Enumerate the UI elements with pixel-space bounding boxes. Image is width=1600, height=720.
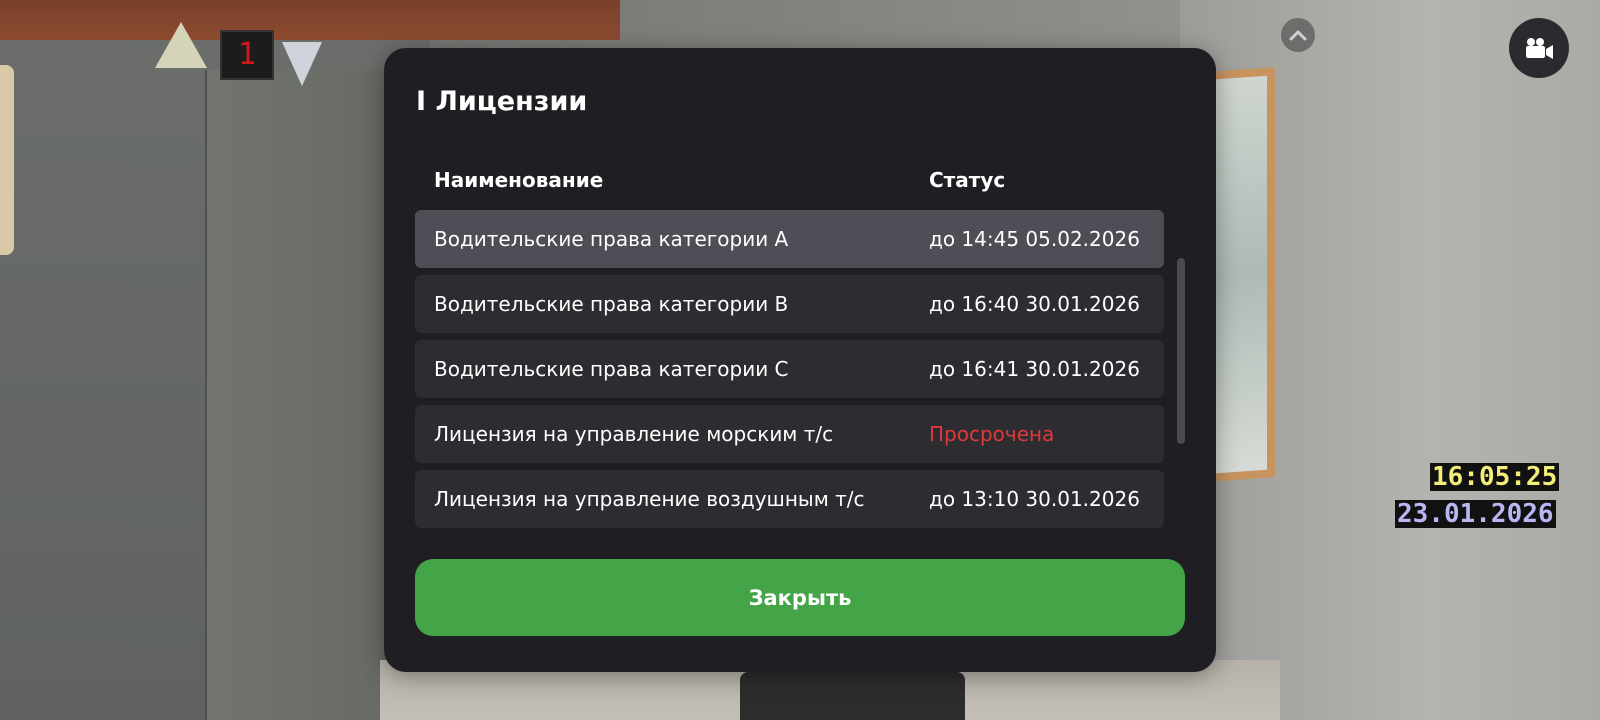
list-scrollbar-thumb[interactable]	[1177, 258, 1185, 444]
suitcase	[740, 672, 965, 720]
licenses-dialog: I Лицензии Наименование Статус Водительс…	[384, 48, 1216, 672]
license-name: Водительские права категории A	[434, 227, 789, 251]
left-side-tab[interactable]	[0, 65, 14, 255]
column-header-name: Наименование	[434, 168, 604, 192]
hud-date: 23.01.2026	[1395, 499, 1556, 529]
license-status: до 13:10 30.01.2026	[929, 487, 1140, 511]
license-name: Водительские права категории B	[434, 292, 789, 316]
license-status: до 16:41 30.01.2026	[929, 357, 1140, 381]
camera-button[interactable]	[1509, 18, 1569, 78]
elevator-floor-display: 1	[220, 30, 274, 80]
license-name: Лицензия на управление воздушным т/с	[434, 487, 865, 511]
license-row[interactable]: Лицензия на управление морским т/с Проср…	[415, 405, 1164, 463]
elevator-ceiling-trim	[0, 0, 620, 40]
close-button[interactable]: Закрыть	[415, 559, 1185, 636]
elevator-down-arrow-icon	[282, 42, 322, 86]
licenses-list[interactable]: Водительские права категории A до 14:45 …	[415, 210, 1164, 572]
license-row[interactable]: Водительские права категории B до 16:40 …	[415, 275, 1164, 333]
video-camera-icon	[1526, 38, 1553, 59]
license-status: до 14:45 05.02.2026	[929, 227, 1140, 251]
column-header-status: Статус	[929, 168, 1006, 192]
license-name: Водительские права категории C	[434, 357, 789, 381]
license-status-expired: Просрочена	[929, 422, 1055, 446]
license-row[interactable]: Водительские права категории C до 16:41 …	[415, 340, 1164, 398]
elevator-up-arrow-icon	[155, 22, 207, 68]
hud-clock: 16:05:25	[1430, 462, 1560, 492]
license-status: до 16:40 30.01.2026	[929, 292, 1140, 316]
license-row[interactable]: Водительские права категории A до 14:45 …	[415, 210, 1164, 268]
chevron-up-button[interactable]	[1281, 18, 1315, 52]
license-name: Лицензия на управление морским т/с	[434, 422, 834, 446]
chevron-up-icon	[1289, 30, 1307, 41]
list-scrollbar[interactable]	[1177, 210, 1185, 572]
license-row[interactable]: Лицензия на управление воздушным т/с до …	[415, 470, 1164, 528]
dialog-title: I Лицензии	[416, 86, 588, 117]
